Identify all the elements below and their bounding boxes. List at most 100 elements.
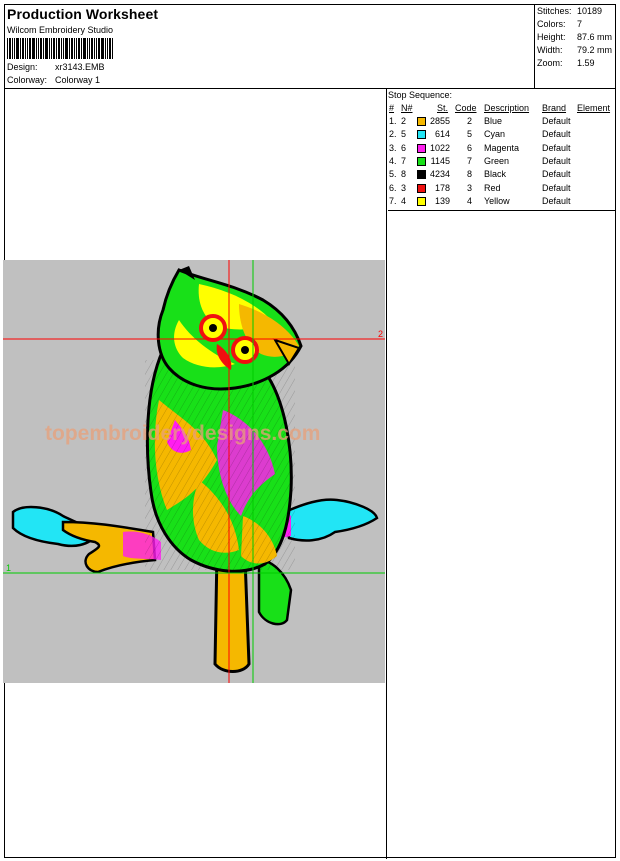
color-swatch (417, 170, 426, 180)
row-code: 3 (466, 182, 472, 193)
barcode-bar (96, 38, 97, 59)
row-number: 7. (389, 195, 397, 206)
barcode-bar (32, 38, 35, 59)
width-value: 79.2 mm (577, 45, 613, 55)
barcode-bar (58, 38, 60, 59)
barcode-bar (38, 38, 39, 59)
header-num: # (389, 103, 395, 113)
colorway-label: Colorway: (7, 75, 48, 85)
row-code: 2 (466, 116, 472, 126)
table-row: 4. 7 1145 7 Green Default (388, 155, 615, 168)
design-row: Design: xr3143.EMB (7, 62, 105, 72)
header-divider (5, 88, 615, 89)
color-swatch (417, 196, 426, 206)
table-bottom-line (388, 210, 615, 211)
design-label: Design: (7, 62, 38, 72)
barcode-bar (16, 38, 19, 59)
row-code: 5 (466, 129, 472, 140)
page-title: Production Worksheet (7, 6, 159, 22)
barcode-bar (87, 38, 88, 59)
row-needle: 2 (401, 116, 407, 126)
row-needle: 7 (401, 155, 407, 166)
height-label: Height: (537, 32, 566, 42)
row-number: 1. (389, 116, 397, 126)
barcode-bar (56, 38, 57, 59)
design-stats: Stitches: 10189 Colors: 7 Height: 87.6 mm W… (534, 5, 616, 88)
barcode-bar (9, 38, 11, 59)
zoom-label: Zoom: (537, 58, 563, 68)
row-brand: Default (542, 195, 571, 206)
row-number: 5. (389, 169, 397, 180)
barcode-bar (71, 38, 73, 59)
table-row: 7. 4 139 4 Yellow Default (388, 195, 615, 208)
table-row: 1. 2 2855 2 Blue Default (388, 115, 615, 128)
row-stitches: 1145 (430, 155, 450, 166)
width-label: Width: (537, 45, 563, 55)
header: Production Worksheet Wilcom Embroidery S… (5, 5, 532, 88)
barcode-bar (91, 38, 93, 59)
barcode-bar (49, 38, 50, 59)
guide-label-1: 1 (6, 563, 11, 573)
row-needle: 8 (401, 169, 407, 180)
barcode-bar (98, 38, 100, 59)
row-stitches: 1022 (429, 142, 450, 153)
colors-label: Colors: (537, 19, 566, 29)
barcode-bar (12, 38, 13, 59)
stitches-label: Stitches: (537, 6, 572, 16)
row-brand: Default (542, 142, 571, 153)
barcode-bar (101, 38, 104, 59)
row-stitches: 614 (434, 129, 450, 140)
color-swatch (417, 130, 426, 140)
barcode-bar (76, 38, 77, 59)
barcode-bar (81, 38, 82, 59)
row-description: Blue (484, 116, 503, 126)
row-code: 7 (466, 155, 472, 166)
barcode-bar (25, 38, 26, 59)
barcode-bar (51, 38, 52, 59)
company-name: Wilcom Embroidery Studio (7, 25, 114, 35)
design-value: xr3143.EMB (55, 62, 105, 72)
barcode-bar (36, 38, 37, 59)
row-needle: 6 (401, 142, 407, 153)
row-code: 4 (466, 195, 472, 206)
barcode-bar (112, 38, 113, 59)
barcode-bar (94, 38, 95, 59)
row-description: Yellow (484, 195, 510, 206)
barcode-bar (7, 38, 8, 59)
row-stitches: 178 (434, 182, 450, 193)
barcode-bar (74, 38, 75, 59)
height-value: 87.6 mm (577, 32, 613, 42)
owl-embroidery-image: 2 1 topembroiderydesigns.com (3, 260, 385, 683)
row-stitches: 139 (434, 195, 450, 206)
color-swatch (417, 117, 426, 126)
row-stitches: 4234 (429, 169, 450, 180)
stop-sequence-title: Stop Sequence: (388, 90, 453, 100)
row-brand: Default (542, 169, 571, 180)
header-code: Code (455, 103, 477, 113)
table-row: 2. 5 614 5 Cyan Default (388, 128, 615, 141)
zoom-value: 1.59 (577, 58, 595, 68)
barcode-bar (43, 38, 44, 59)
barcode-bar (20, 38, 21, 59)
header-description: Description (484, 103, 530, 113)
table-row: 5. 8 4234 8 Black Default (388, 168, 615, 181)
table-row: 6. 3 178 3 Red Default (388, 182, 615, 195)
row-description: Cyan (484, 129, 506, 140)
barcode-bar (109, 38, 111, 59)
design-preview: 2 1 topembroiderydesigns.com (3, 260, 385, 683)
barcode-bar (65, 38, 68, 59)
barcode-bar (53, 38, 55, 59)
column-divider (386, 89, 387, 859)
colorway-value: Colorway 1 (55, 75, 101, 85)
barcode-bar (63, 38, 64, 59)
row-description: Black (484, 169, 507, 180)
barcode-bar (105, 38, 106, 59)
guide-label-2: 2 (378, 329, 383, 339)
barcode-bar (69, 38, 70, 59)
barcode-bar (107, 38, 108, 59)
row-number: 2. (389, 129, 397, 140)
header-brand: Brand (542, 103, 567, 113)
header-n: N# (401, 103, 413, 113)
barcode-bar (61, 38, 62, 59)
row-code: 8 (466, 169, 472, 180)
